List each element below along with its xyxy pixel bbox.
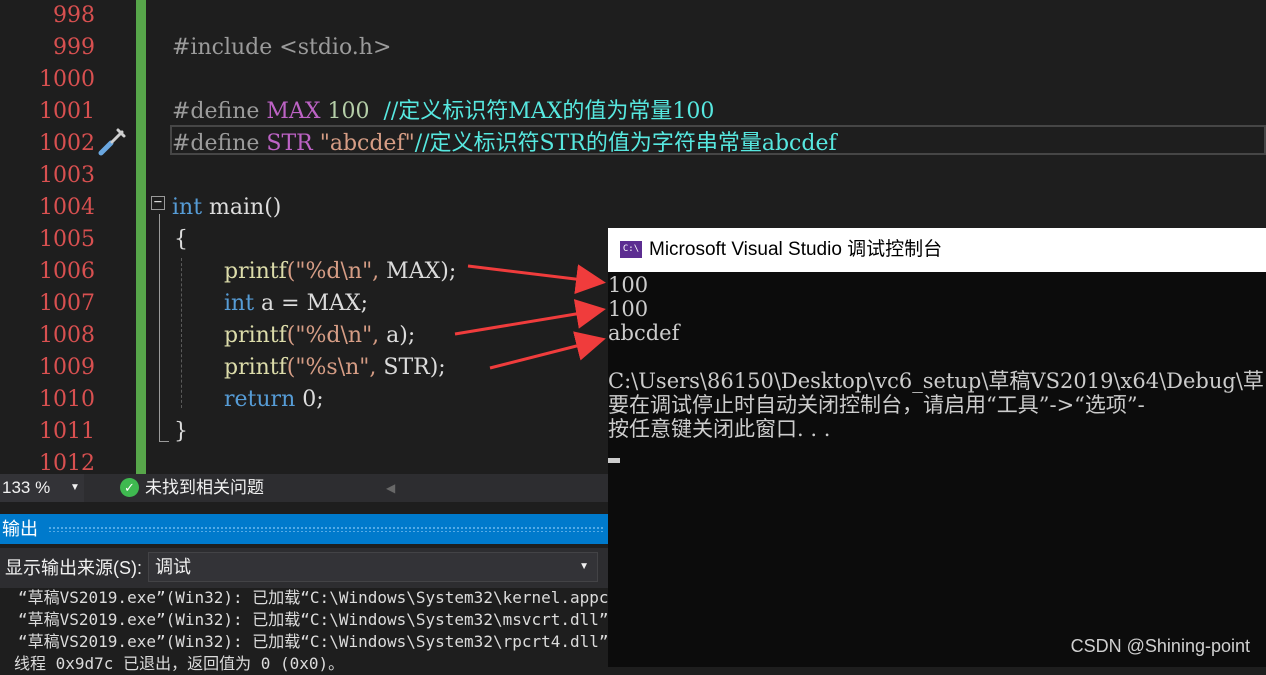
output-source-select[interactable]: 调试 ▼ [148,552,598,582]
check-circle-icon: ✓ [120,478,139,497]
code-line: #define STR "abcdef"//定义标识符STR的值为字符串常量ab… [172,128,837,160]
code-token: 0; [295,387,324,412]
chevron-down-icon: ▼ [70,482,80,493]
output-panel: 输出 显示输出来源(S): 调试 ▼ “草稿VS2019.exe”(Win32)… [0,514,609,673]
chevron-down-icon: ▼ [579,561,589,572]
fold-guide-end [159,441,169,442]
code-token: #define [172,99,267,124]
code-token: int [224,291,255,316]
code-token: "abcdef" [312,131,415,156]
change-margin [136,0,146,474]
line-number: 1001 [39,99,95,124]
output-line: 线程 0x9d7c 已退出，返回值为 0 (0x0)。 [14,654,345,673]
console-line: 要在调试停止时自动关闭控制台，请启用“工具”->“选项”- [608,393,1145,417]
code-token: } [174,419,188,444]
console-title: Microsoft Visual Studio 调试控制台 [649,239,943,260]
code-token: ("%d\n", [286,323,380,348]
code-token: printf [224,259,287,284]
console-line: abcdef [608,321,680,345]
line-number: 1002 [39,131,95,156]
console-line: 按任意键关闭此窗口. . . [608,417,831,441]
output-line: “草稿VS2019.exe”(Win32): 已加载“C:\Windows\Sy… [18,632,609,651]
code-token: { [174,227,188,252]
line-number: 1000 [39,67,95,92]
code-token: printf [224,355,287,380]
code-line: printf("%d\n", a); [224,320,415,352]
collapse-icon[interactable]: − [151,195,165,210]
code-line: printf("%s\n", STR); [224,352,446,384]
code-token: #define [172,131,267,156]
code-line: int a = MAX; [224,288,368,320]
code-token: MAX [266,99,321,124]
fold-guide [159,214,160,442]
debug-console-window[interactable]: C:\ Microsoft Visual Studio 调试控制台 100 10… [608,228,1266,667]
line-number: 1008 [39,323,95,348]
output-source-value: 调试 [155,557,191,577]
indent-guide [181,258,182,408]
console-line: C:\Users\86150\Desktop\vc6_setup\草稿VS201… [608,369,1264,393]
line-number: 998 [53,3,95,28]
code-token: ("%d\n", [286,259,380,284]
watermark: CSDN @Shining-point [1070,636,1250,656]
output-panel-title: 输出 [2,519,38,539]
line-number: 1010 [39,387,95,412]
line-number: 1006 [39,259,95,284]
line-number: 1005 [39,227,95,252]
code-line: #include <stdio.h> [172,32,391,64]
code-line: printf("%d\n", MAX); [224,256,456,288]
code-token: STR [266,131,313,156]
console-line: 100 [608,273,649,297]
code-token: return [224,387,296,412]
code-token: #include <stdio.h> [172,35,392,60]
console-cursor [608,458,620,463]
code-line: } [174,416,188,448]
issues-status[interactable]: 未找到相关问题 [145,474,264,502]
code-line: #define MAX 100 //定义标识符MAX的值为常量100 [172,96,714,128]
output-source-label: 显示输出来源(S): [5,558,142,578]
console-titlebar[interactable]: C:\ Microsoft Visual Studio 调试控制台 [608,228,1266,272]
console-icon: C:\ [620,241,642,258]
code-line: int main() [172,192,281,224]
console-line: 100 [608,297,649,321]
output-source-toolbar: 显示输出来源(S): 调试 ▼ [0,548,608,588]
line-number: 999 [53,35,95,60]
screwdriver-icon[interactable] [98,126,128,156]
zoom-value: 133 % [2,478,51,497]
panel-grip [48,526,603,532]
code-token: printf [224,323,287,348]
code-token: a); [379,323,416,348]
line-number: 1011 [39,419,95,444]
editor-status-bar: 133 % ▼ ✓ 未找到相关问题 ◀ [0,474,608,502]
output-line: “草稿VS2019.exe”(Win32): 已加载“C:\Windows\Sy… [18,610,609,629]
code-line: { [174,224,188,256]
code-token: main() [202,195,282,220]
code-token: ("%s\n", [286,355,377,380]
code-token: MAX); [379,259,457,284]
scroll-left-icon[interactable]: ◀ [386,474,395,502]
code-token: 100 [320,99,384,124]
code-token: //定义标识符MAX的值为常量100 [383,99,715,124]
line-number: 1007 [39,291,95,316]
code-token: STR); [376,355,446,380]
line-number: 1004 [39,195,95,220]
code-token: a = MAX; [254,291,369,316]
code-line: return 0; [224,384,324,416]
code-token: int [172,195,203,220]
code-token: //定义标识符STR的值为字符串常量abcdef [414,131,837,156]
line-number: 1003 [39,163,95,188]
output-panel-header[interactable]: 输出 [0,514,608,544]
output-line: “草稿VS2019.exe”(Win32): 已加载“C:\Windows\Sy… [18,588,609,607]
zoom-dropdown[interactable]: 133 % ▼ [0,474,84,502]
line-number: 1009 [39,355,95,380]
